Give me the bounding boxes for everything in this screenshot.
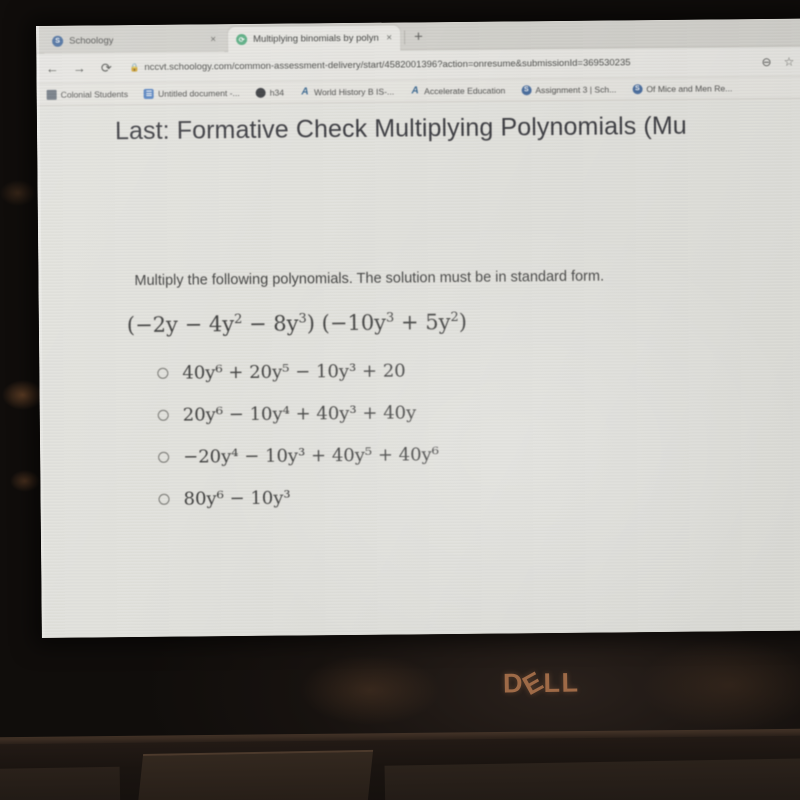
bookmark-h34-label: h34	[269, 87, 285, 98]
expr-part-4: + 5y	[394, 310, 451, 335]
folder-icon	[46, 89, 57, 100]
bookmark-star-icon[interactable]: ☆	[784, 54, 795, 68]
browser-window: S Schoology × ⟳ Multiplying binomials by…	[36, 18, 800, 638]
khan-academy-icon: A	[301, 86, 309, 98]
radio-button-a[interactable]	[157, 367, 169, 379]
back-button-icon[interactable]: ←	[44, 60, 60, 76]
google-docs-icon: ☰	[143, 88, 155, 99]
forward-button-icon[interactable]: →	[71, 60, 87, 76]
bookmark-world-history-label: World History B IS-...	[314, 86, 395, 97]
bookmark-untitled-document[interactable]: ☰ Untitled document -...	[143, 87, 240, 99]
bookmark-accelerate-education[interactable]: A Accelerate Education	[410, 85, 505, 96]
laptop-palmrest-right	[384, 758, 800, 800]
answer-option-b[interactable]: 20y⁶ − 10y⁴ + 40y³ + 40y	[157, 399, 776, 426]
lock-icon: 🔒	[129, 63, 140, 73]
expr-sup-4: 2	[450, 309, 459, 326]
answer-option-d[interactable]: 80y⁶ − 10y³	[158, 483, 776, 510]
expr-part-5: )	[458, 309, 468, 334]
tab-schoology[interactable]: S Schoology ×	[44, 27, 225, 54]
dell-brand-logo: DELL	[503, 665, 580, 701]
radio-button-d[interactable]	[158, 493, 170, 505]
answer-option-a[interactable]: 40y⁶ + 20y⁵ − 10y³ + 20	[157, 357, 775, 384]
bookmark-colonial-students[interactable]: Colonial Students	[46, 88, 129, 100]
radio-button-c[interactable]	[158, 451, 170, 463]
polynomial-expression: (−2y − 4y2 − 8y3) (−10y3 + 5y2)	[127, 307, 775, 337]
photo-of-laptop-screen: DELL S Schoology × ⟳ Multiplying binomia…	[0, 0, 800, 800]
bookmark-of-mice-and-men[interactable]: S Of Mice and Men Re...	[632, 83, 732, 94]
assessment-page: Last: Formative Check Multiplying Polyno…	[36, 98, 800, 638]
tab-multiplying-binomials[interactable]: ⟳ Multiplying binomials by polyno ×	[228, 25, 401, 53]
tab-multiplying-binomials-close-icon[interactable]: ×	[386, 32, 392, 43]
answer-option-c[interactable]: −20y⁴ − 10y³ + 40y⁵ + 40y⁶	[158, 441, 776, 468]
address-bar-url: nccvt.schoology.com/common-assessment-de…	[144, 57, 631, 73]
tab-schoology-close-icon[interactable]: ×	[210, 34, 216, 45]
tab-divider	[404, 30, 406, 45]
green-circle-favicon-icon: ⟳	[236, 33, 248, 46]
laptop-trackpad	[136, 749, 374, 800]
address-bar[interactable]: 🔒 nccvt.schoology.com/common-assessment-…	[129, 56, 750, 73]
bookmark-assignment-3[interactable]: S Assignment 3 | Sch...	[521, 84, 616, 95]
schoology-bookmark-icon-2: S	[632, 83, 643, 94]
bookmark-of-mice-and-men-label: Of Mice and Men Re...	[646, 82, 733, 94]
tab-schoology-label: Schoology	[69, 35, 114, 47]
answer-option-a-label: 40y⁶ + 20y⁵ − 10y³ + 20	[182, 360, 406, 384]
bookmark-world-history[interactable]: A World History B IS-...	[300, 86, 394, 97]
answer-option-b-label: 20y⁶ − 10y⁴ + 40y³ + 40y	[182, 402, 417, 426]
expr-part-3: ) (−10y	[306, 310, 387, 336]
bookmark-assignment-3-label: Assignment 3 | Sch...	[535, 83, 617, 95]
expr-part-1: (−2y − 4y	[126, 312, 235, 338]
zoom-out-icon[interactable]: ⊖	[761, 54, 771, 68]
bookmark-colonial-students-label: Colonial Students	[60, 88, 129, 100]
laptop-palmrest-left	[0, 766, 121, 800]
new-tab-button[interactable]: +	[414, 28, 423, 45]
dell-letter-l2: L	[561, 667, 580, 698]
radio-button-b[interactable]	[157, 409, 169, 421]
screen-surface: S Schoology × ⟳ Multiplying binomials by…	[36, 18, 800, 638]
schoology-bookmark-icon: S	[521, 84, 532, 95]
khan-academy-icon-2: A	[411, 85, 419, 97]
reload-button-icon[interactable]: ⟳	[98, 60, 114, 76]
bookmark-accelerate-education-label: Accelerate Education	[424, 84, 506, 96]
expr-part-2: − 8y	[242, 311, 299, 337]
question-block: Multiply the following polynomials. The …	[127, 267, 776, 531]
page-title: Last: Formative Check Multiplying Polyno…	[114, 111, 687, 146]
bookmark-h34[interactable]: h34	[255, 87, 285, 98]
expr-sup-2: 3	[298, 311, 307, 327]
dark-circle-icon	[255, 87, 266, 98]
schoology-favicon-icon: S	[52, 35, 64, 47]
laptop-screen: S Schoology × ⟳ Multiplying binomials by…	[36, 18, 800, 638]
answer-option-d-label: 80y⁶ − 10y³	[183, 487, 291, 510]
answer-option-c-label: −20y⁴ − 10y³ + 40y⁵ + 40y⁶	[183, 444, 440, 468]
question-prompt: Multiply the following polynomials. The …	[134, 268, 605, 290]
omnibox-actions: ⊖ ☆	[761, 54, 800, 68]
bookmark-untitled-document-label: Untitled document -...	[157, 87, 240, 99]
tab-multiplying-binomials-label: Multiplying binomials by polyno	[253, 32, 380, 45]
